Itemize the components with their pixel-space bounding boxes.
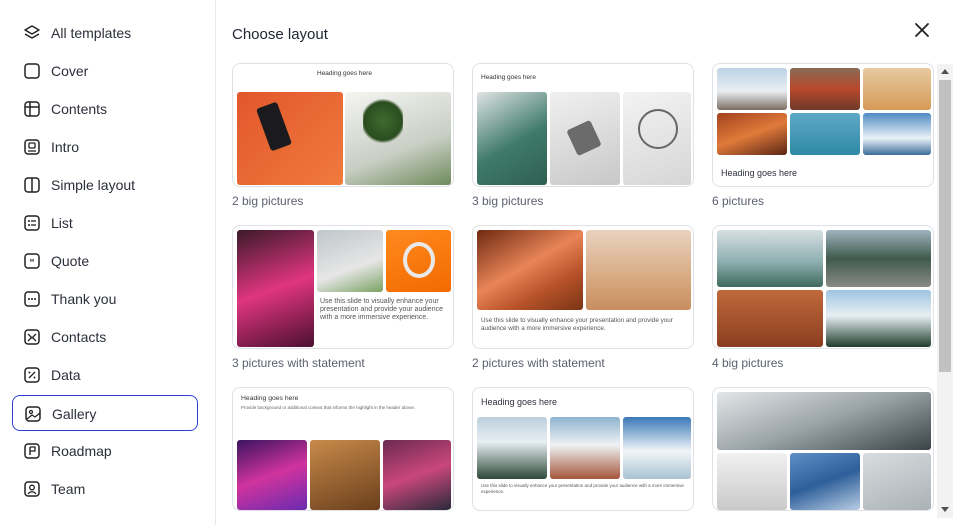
card-statement: Use this slide to visually enhance your … — [481, 483, 684, 494]
sidebar-item-roadmap[interactable]: Roadmap — [12, 433, 198, 469]
photo-4 — [717, 113, 787, 155]
building-photo-1 — [717, 453, 787, 510]
image-icon — [25, 406, 41, 422]
mountain-photo-3 — [623, 417, 691, 479]
layout-card-office-pictures[interactable] — [712, 387, 934, 511]
sidebar-item-label: Data — [51, 367, 81, 383]
layout-card-6-pictures[interactable]: Heading goes here — [712, 63, 934, 187]
office-photo — [717, 392, 931, 450]
sidebar-item-cover[interactable]: Cover — [12, 53, 198, 89]
layout-card-2-pictures-with-statement[interactable]: Use this slide to visually enhance your … — [472, 225, 694, 349]
sidebar-item-label: Quote — [51, 253, 90, 269]
photo-1 — [717, 68, 787, 110]
layout-caption: 3 big pictures — [472, 194, 544, 208]
scroll-up-arrow-icon[interactable] — [941, 69, 949, 74]
photo-3 — [863, 68, 931, 110]
sidebar-item-label: Thank you — [51, 291, 117, 307]
page-title: Choose layout — [232, 26, 328, 43]
mountain-photo-1 — [477, 417, 547, 479]
phones-photo — [383, 440, 451, 510]
contacts-icon — [24, 329, 40, 345]
headphones-desk-photo — [310, 440, 380, 510]
layout-picker: Choose layout Heading goes here 2 big pi… — [216, 0, 953, 525]
sidebar-item-data[interactable]: Data — [12, 357, 198, 393]
layout-caption: 2 pictures with statement — [472, 356, 605, 370]
card-statement: Use this slide to visually enhance your … — [320, 298, 443, 321]
sidebar-item-contents[interactable]: Contents — [12, 91, 198, 127]
sidebar-item-contacts[interactable]: Contacts — [12, 319, 198, 355]
layout-caption: 4 big pictures — [712, 356, 784, 370]
flag-icon — [24, 443, 40, 459]
photo-2 — [790, 68, 860, 110]
headphones-shape — [403, 242, 435, 278]
scroll-down-arrow-icon[interactable] — [941, 507, 949, 512]
sidebar-item-label: Cover — [51, 63, 89, 79]
photo-5 — [790, 113, 860, 155]
card-heading: Heading goes here — [481, 397, 558, 407]
layout-card-heading-3-pictures-statement[interactable]: Heading goes here Use this slide to visu… — [472, 387, 694, 511]
building-photo-3 — [863, 453, 931, 510]
table-icon — [24, 101, 40, 117]
layout-card-4-big-pictures[interactable] — [712, 225, 934, 349]
sidebar: All templates Cover Contents Intro Simpl… — [0, 0, 216, 525]
sidebar-item-label: Intro — [51, 139, 80, 155]
layout-caption: 2 big pictures — [232, 194, 304, 208]
watch-photo — [477, 92, 547, 185]
sidebar-item-label: Gallery — [52, 406, 97, 422]
layout-card-3-pictures-with-statement[interactable]: Use this slide to visually enhance your … — [232, 225, 454, 349]
user-icon — [24, 481, 40, 497]
card-heading: Heading goes here — [241, 395, 299, 402]
layout-card-3-big-pictures[interactable]: Heading goes here — [472, 63, 694, 187]
canyon-photo — [477, 230, 583, 310]
layout-caption: 6 pictures — [712, 194, 765, 208]
layout-caption: 3 pictures with statement — [232, 356, 365, 370]
sidebar-item-team[interactable]: Team — [12, 471, 198, 507]
square-icon — [24, 63, 40, 79]
close-icon[interactable] — [913, 21, 931, 39]
canyon-photo-2 — [717, 290, 823, 347]
quote-icon: " — [24, 253, 40, 269]
sidebar-item-simple-layout[interactable]: Simple layout — [12, 167, 198, 203]
card-statement: Use this slide to visually enhance your … — [481, 317, 673, 332]
tablet-photo — [237, 440, 307, 510]
sidebar-item-all-templates[interactable]: All templates — [12, 15, 198, 51]
lake-photo — [717, 230, 823, 287]
sidebar-item-quote[interactable]: " Quote — [12, 243, 198, 279]
sidebar-item-thank-you[interactable]: Thank you — [12, 281, 198, 317]
sidebar-item-intro[interactable]: Intro — [12, 129, 198, 165]
sidebar-item-label: Roadmap — [51, 443, 112, 459]
desk-photo — [317, 230, 383, 292]
card-heading: Heading goes here — [481, 74, 536, 81]
intro-icon — [24, 139, 40, 155]
neon-photo — [237, 230, 314, 347]
card-subtext: Provide background or additional context… — [241, 405, 416, 410]
split-icon — [24, 177, 40, 193]
photo-6 — [863, 113, 931, 155]
building-photo-2 — [790, 453, 860, 510]
percent-icon — [24, 367, 40, 383]
svg-text:": " — [29, 258, 34, 269]
sidebar-item-gallery[interactable]: Gallery — [12, 395, 198, 431]
list-icon — [24, 215, 40, 231]
mountain-photo-2 — [550, 417, 620, 479]
card-heading: Heading goes here — [317, 70, 372, 77]
sidebar-item-label: Simple layout — [51, 177, 136, 193]
sidebar-item-label: Team — [51, 481, 86, 497]
scrollbar-thumb[interactable] — [939, 80, 951, 372]
card-heading: Heading goes here — [721, 168, 798, 178]
layout-card-heading-3-pictures[interactable]: Heading goes here Provide background or … — [232, 387, 454, 511]
layers-icon — [24, 25, 40, 39]
sidebar-item-label: Contents — [51, 101, 108, 117]
sidebar-item-label: List — [51, 215, 73, 231]
forest-photo — [826, 290, 931, 347]
dots-icon — [24, 291, 40, 307]
road-photo — [826, 230, 931, 287]
sidebar-item-label: Contacts — [51, 329, 107, 345]
dune-photo — [586, 230, 691, 310]
layout-card-2-big-pictures[interactable]: Heading goes here — [232, 63, 454, 187]
sidebar-item-label: All templates — [51, 25, 132, 41]
plant-shape — [363, 96, 403, 146]
sidebar-item-list[interactable]: List — [12, 205, 198, 241]
camera-ring — [638, 109, 678, 149]
